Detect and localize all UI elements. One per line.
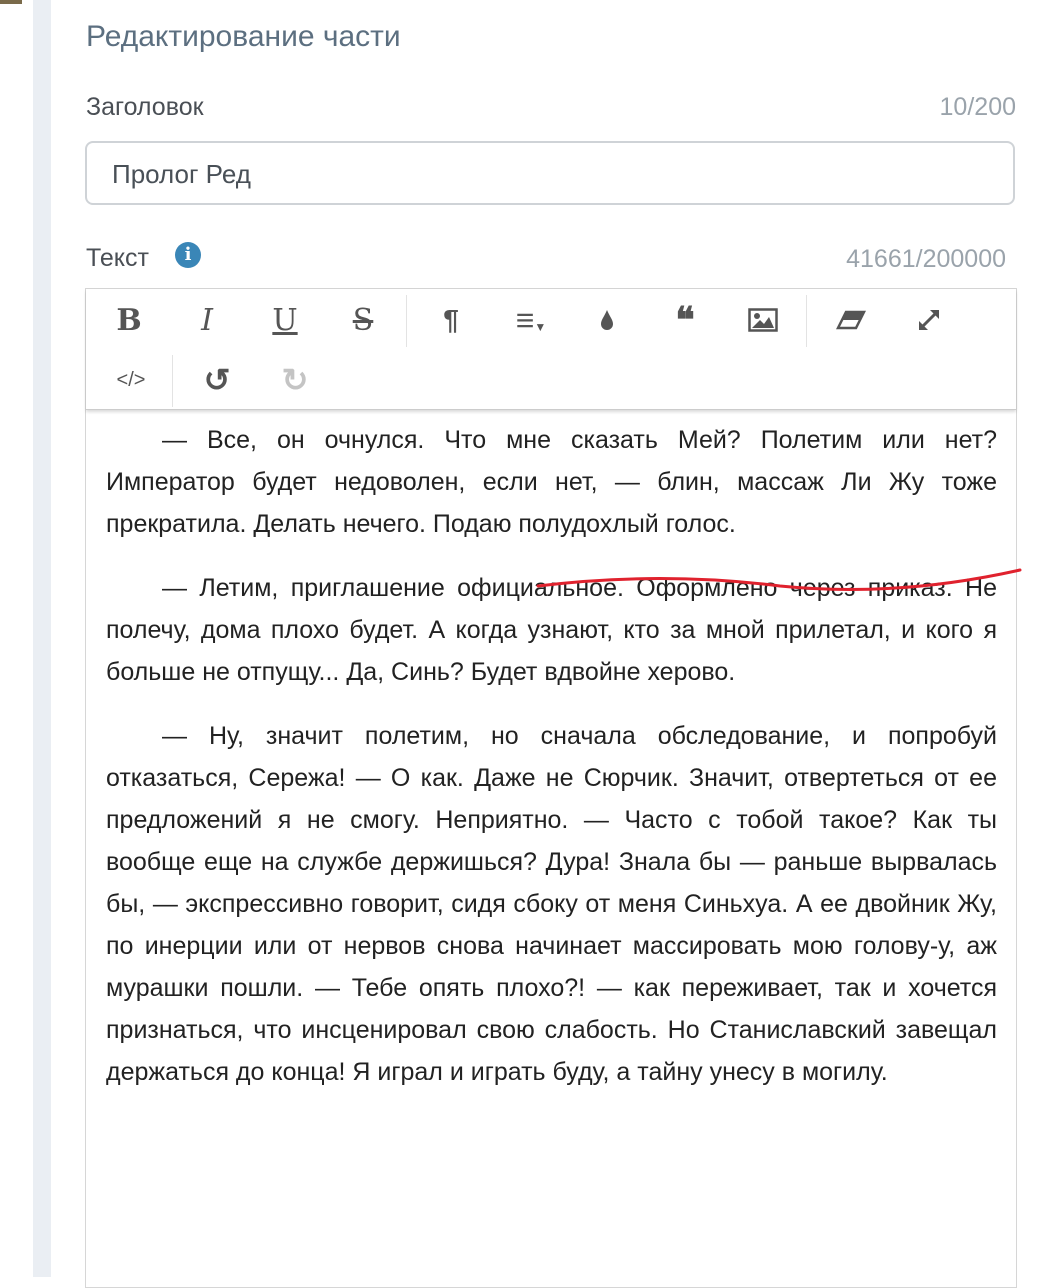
align-icon: ≡ [515,301,535,338]
underline-button[interactable]: U [260,295,310,345]
eraser-icon [836,310,866,330]
sidebar-strip [33,0,51,1277]
editor-content[interactable]: — Все, он очнулся. Что мне сказать Мей? … [106,419,997,1115]
corner-thumbnail [0,0,22,4]
toolbar-divider [406,295,407,347]
eraser-button[interactable] [826,295,876,345]
page-title: Редактирование части [86,20,401,53]
fullscreen-button[interactable] [904,295,954,345]
paragraph-button[interactable]: ¶ [426,295,476,345]
redo-button[interactable]: ↻ [270,355,320,405]
paragraph: — Все, он очнулся. Что мне сказать Мей? … [106,426,997,538]
undo-button[interactable]: ↺ [192,355,242,405]
color-drop-icon [601,310,613,330]
bold-button[interactable]: B [104,295,154,345]
toolbar-divider [806,295,807,347]
color-button[interactable] [582,295,632,345]
heading-label: Заголовок [86,93,204,121]
editor-toolbar: B I U S ¶ ≡ ▼ ❝ </> ↺ ↻ [86,289,1016,410]
heading-input[interactable]: Пролог Ред [85,141,1015,205]
expand-icon [918,309,940,331]
image-icon [748,308,778,332]
caret-down-icon: ▼ [534,320,547,334]
heading-counter: 10/200 [939,93,1016,121]
paragraph: — Летим, приглашение официальное. Оформл… [106,574,997,686]
strikethrough-button[interactable]: S [338,295,388,345]
image-button[interactable] [738,295,788,345]
code-view-button[interactable]: </> [106,355,156,405]
italic-button[interactable]: I [182,295,232,345]
toolbar-divider [172,355,173,407]
paragraph: — Ну, значит полетим, но сначала обследо… [106,722,997,1086]
quote-button[interactable]: ❝ [660,295,710,345]
text-label: Текст [86,244,149,272]
text-editor[interactable]: B I U S ¶ ≡ ▼ ❝ </> ↺ ↻ — Все, он очнулся… [85,288,1017,1288]
align-dropdown-button[interactable]: ≡ ▼ [506,295,556,345]
text-counter: 41661/200000 [846,245,1006,273]
info-icon[interactable]: i [175,242,201,268]
